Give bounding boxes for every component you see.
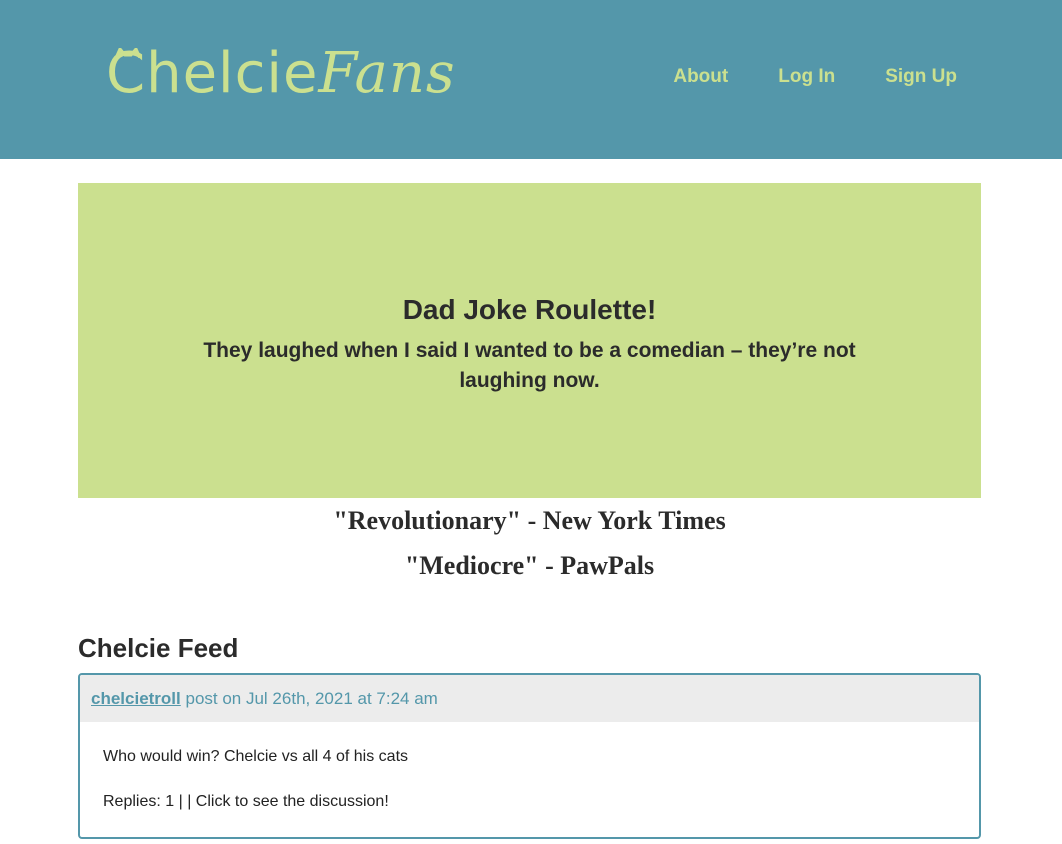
banner-title: Dad Joke Roulette! bbox=[402, 293, 657, 325]
post-author-link[interactable]: chelcietroll bbox=[91, 689, 181, 709]
post-meta: post on Jul 26th, 2021 at 7:24 am bbox=[180, 688, 438, 708]
nav-login-link[interactable]: Log In bbox=[778, 66, 835, 88]
dad-joke-banner: Dad Joke Roulette! They laughed when I s… bbox=[78, 183, 981, 498]
post-body: Who would win? Chelcie vs all 4 of his c… bbox=[80, 722, 979, 811]
nav-about-link[interactable]: About bbox=[673, 66, 728, 88]
press-quote: "Mediocre" - PawPals bbox=[404, 551, 655, 580]
press-quote: "Revolutionary" - New York Times bbox=[333, 506, 726, 535]
banner-joke: They laughed when I said I wanted to be … bbox=[203, 338, 856, 392]
feed-post[interactable]: chelcietroll post on Jul 26th, 2021 at 7… bbox=[78, 673, 981, 839]
cat-ears-icon bbox=[114, 48, 142, 58]
main-nav: About Log In Sign Up bbox=[673, 66, 957, 88]
logo-text-fans: Fans bbox=[318, 41, 456, 106]
feed-title: Chelcie Feed bbox=[78, 633, 239, 663]
nav-signup-link[interactable]: Sign Up bbox=[885, 66, 957, 88]
press-quotes: "Revolutionary" - New York Times "Medioc… bbox=[78, 503, 981, 593]
post-header: chelcietroll post on Jul 26th, 2021 at 7… bbox=[80, 675, 979, 722]
site-header: Chelcie Fans About Log In Sign Up bbox=[0, 0, 1062, 159]
post-replies-link[interactable]: Replies: 1 | | Click to see the discussi… bbox=[103, 793, 979, 811]
site-logo[interactable]: Chelcie Fans bbox=[106, 44, 456, 104]
post-content: Who would win? Chelcie vs all 4 of his c… bbox=[103, 748, 409, 765]
